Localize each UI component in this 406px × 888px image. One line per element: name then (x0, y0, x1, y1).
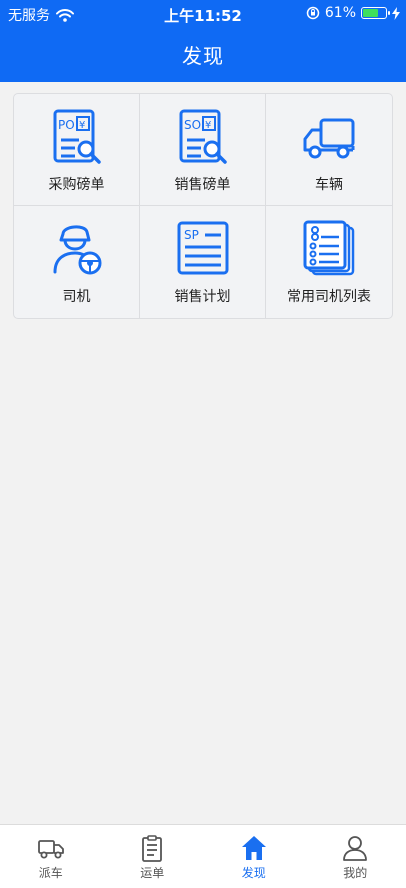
svg-text:SO: SO (184, 118, 201, 132)
user-icon (343, 836, 368, 861)
tab-label: 发现 (241, 866, 266, 880)
grid-item-label: 采购磅单 (48, 177, 105, 193)
tab-label: 派车 (38, 866, 63, 880)
svg-text:¥: ¥ (205, 120, 211, 131)
truck-icon (303, 118, 355, 159)
grid-item-label: 常用司机列表 (287, 289, 371, 305)
driver-list-icon (303, 220, 355, 276)
status-bar: 无服务 上午11:52 61% (0, 0, 406, 28)
grid-item-driver[interactable]: 司机 (14, 206, 140, 318)
orientation-lock-icon (306, 6, 320, 20)
grid-item-sales-weigh-slip[interactable]: SO ¥ 销售磅单 (140, 94, 266, 206)
home-icon (241, 836, 266, 860)
grid-item-driver-list[interactable]: 常用司机列表 (266, 206, 392, 318)
purchase-weigh-slip-icon: PO ¥ (53, 109, 101, 164)
tab-mine[interactable]: 我的 (305, 825, 406, 888)
grid-item-label: 销售计划 (174, 289, 231, 305)
feature-grid: PO ¥ 采购磅单 SO ¥ 销售磅单 车辆 司机 SP 销售计划 常用司机列表 (13, 93, 393, 319)
driver-icon (53, 225, 101, 275)
grid-item-label: 车辆 (315, 177, 343, 193)
truck-icon (37, 840, 64, 859)
grid-item-label: 销售磅单 (174, 177, 231, 193)
grid-item-vehicles[interactable]: 车辆 (266, 94, 392, 206)
grid-item-purchase-weigh-slip[interactable]: PO ¥ 采购磅单 (14, 94, 140, 206)
charging-bolt-icon (392, 6, 400, 20)
tab-label: 运单 (140, 866, 165, 880)
bottom-tab-bar: 派车 运单 发现 我的 (0, 824, 406, 888)
status-right-group: 61% (306, 5, 400, 21)
tab-waybill[interactable]: 运单 (102, 825, 204, 888)
svg-text:PO: PO (58, 118, 75, 132)
clipboard-icon (142, 835, 163, 862)
page-title: 发现 (182, 44, 224, 68)
battery-icon (361, 7, 390, 19)
battery-percent: 61% (324, 5, 356, 21)
sales-plan-icon: SP (177, 221, 228, 275)
header: 无服务 上午11:52 61% 发现 (0, 0, 406, 82)
tab-dispatch[interactable]: 派车 (0, 825, 102, 888)
sales-weigh-slip-icon: SO ¥ (179, 109, 227, 164)
svg-text:¥: ¥ (79, 120, 85, 131)
svg-text:SP: SP (184, 228, 199, 242)
grid-item-label: 司机 (62, 289, 91, 305)
tab-discover[interactable]: 发现 (203, 825, 305, 888)
tab-label: 我的 (343, 866, 368, 880)
grid-item-sales-plan[interactable]: SP 销售计划 (140, 206, 266, 318)
